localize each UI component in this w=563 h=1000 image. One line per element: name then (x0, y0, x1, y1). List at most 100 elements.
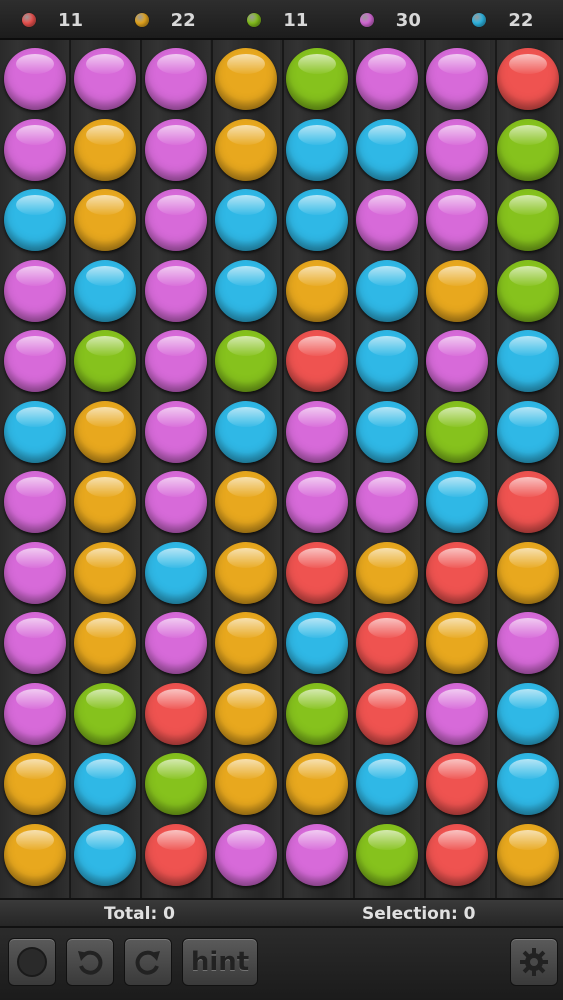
ball-pink[interactable] (144, 189, 207, 251)
ball-pink[interactable] (215, 823, 278, 886)
ball-green[interactable] (144, 753, 207, 815)
ball-red[interactable] (144, 823, 207, 886)
ball-pink[interactable] (4, 48, 66, 110)
ball-blue[interactable] (285, 189, 348, 251)
ball-pink[interactable] (356, 189, 418, 251)
ball-green[interactable] (496, 118, 559, 181)
ball-blue[interactable] (144, 541, 207, 604)
ball-pink[interactable] (144, 400, 207, 463)
ball-pink[interactable] (4, 118, 66, 181)
ball-pink[interactable] (4, 682, 66, 745)
ball-orange[interactable] (215, 48, 278, 110)
ball-orange[interactable] (74, 118, 137, 181)
ball-red[interactable] (144, 682, 207, 745)
settings-button[interactable] (510, 938, 558, 986)
ball-blue[interactable] (356, 330, 418, 392)
ball-blue[interactable] (215, 400, 278, 463)
ball-orange[interactable] (215, 471, 278, 533)
ball-blue[interactable] (215, 259, 278, 322)
new-game-button[interactable] (8, 938, 56, 986)
ball-pink[interactable] (426, 118, 489, 181)
ball-orange[interactable] (74, 612, 137, 674)
ball-red[interactable] (496, 471, 559, 533)
ball-pink[interactable] (4, 612, 66, 674)
ball-pink[interactable] (4, 471, 66, 533)
ball-blue[interactable] (496, 330, 559, 392)
ball-pink[interactable] (426, 682, 489, 745)
ball-pink[interactable] (496, 612, 559, 674)
ball-orange[interactable] (496, 823, 559, 886)
ball-blue[interactable] (285, 118, 348, 181)
ball-pink[interactable] (285, 400, 348, 463)
ball-orange[interactable] (74, 189, 137, 251)
ball-orange[interactable] (426, 259, 489, 322)
ball-orange[interactable] (74, 471, 137, 533)
ball-orange[interactable] (215, 118, 278, 181)
ball-red[interactable] (285, 541, 348, 604)
ball-green[interactable] (74, 682, 137, 745)
ball-orange[interactable] (496, 541, 559, 604)
ball-red[interactable] (496, 48, 559, 110)
ball-green[interactable] (285, 682, 348, 745)
ball-orange[interactable] (4, 823, 66, 886)
ball-pink[interactable] (144, 259, 207, 322)
ball-blue[interactable] (74, 823, 137, 886)
ball-red[interactable] (426, 753, 489, 815)
redo-button[interactable] (124, 938, 172, 986)
hint-button[interactable]: hint (182, 938, 258, 986)
ball-green[interactable] (426, 400, 489, 463)
ball-pink[interactable] (144, 471, 207, 533)
ball-board[interactable] (0, 40, 563, 898)
ball-pink[interactable] (426, 189, 489, 251)
ball-blue[interactable] (74, 259, 137, 322)
ball-pink[interactable] (144, 118, 207, 181)
ball-orange[interactable] (426, 612, 489, 674)
ball-pink[interactable] (285, 471, 348, 533)
ball-pink[interactable] (426, 48, 489, 110)
ball-pink[interactable] (144, 612, 207, 674)
ball-blue[interactable] (356, 400, 418, 463)
ball-pink[interactable] (356, 471, 418, 533)
ball-orange[interactable] (215, 753, 278, 815)
ball-blue[interactable] (74, 753, 137, 815)
ball-orange[interactable] (74, 541, 137, 604)
ball-red[interactable] (285, 330, 348, 392)
ball-green[interactable] (356, 823, 418, 886)
ball-pink[interactable] (144, 48, 207, 110)
ball-blue[interactable] (4, 400, 66, 463)
ball-blue[interactable] (496, 753, 559, 815)
ball-red[interactable] (356, 612, 418, 674)
ball-green[interactable] (215, 330, 278, 392)
ball-orange[interactable] (356, 541, 418, 604)
ball-blue[interactable] (4, 189, 66, 251)
ball-red[interactable] (356, 682, 418, 745)
ball-pink[interactable] (4, 541, 66, 604)
ball-pink[interactable] (144, 330, 207, 392)
undo-button[interactable] (66, 938, 114, 986)
ball-red[interactable] (426, 823, 489, 886)
ball-blue[interactable] (356, 259, 418, 322)
ball-green[interactable] (496, 259, 559, 322)
ball-blue[interactable] (496, 400, 559, 463)
ball-orange[interactable] (285, 259, 348, 322)
ball-orange[interactable] (215, 541, 278, 604)
ball-pink[interactable] (285, 823, 348, 886)
ball-orange[interactable] (4, 753, 66, 815)
ball-blue[interactable] (215, 189, 278, 251)
ball-pink[interactable] (4, 330, 66, 392)
ball-blue[interactable] (496, 682, 559, 745)
ball-blue[interactable] (426, 471, 489, 533)
ball-orange[interactable] (285, 753, 348, 815)
ball-orange[interactable] (74, 400, 137, 463)
ball-pink[interactable] (426, 330, 489, 392)
ball-red[interactable] (426, 541, 489, 604)
ball-pink[interactable] (74, 48, 137, 110)
ball-green[interactable] (285, 48, 348, 110)
ball-pink[interactable] (4, 259, 66, 322)
ball-orange[interactable] (215, 612, 278, 674)
ball-blue[interactable] (356, 753, 418, 815)
ball-blue[interactable] (356, 118, 418, 181)
ball-blue[interactable] (285, 612, 348, 674)
ball-green[interactable] (496, 189, 559, 251)
ball-pink[interactable] (356, 48, 418, 110)
